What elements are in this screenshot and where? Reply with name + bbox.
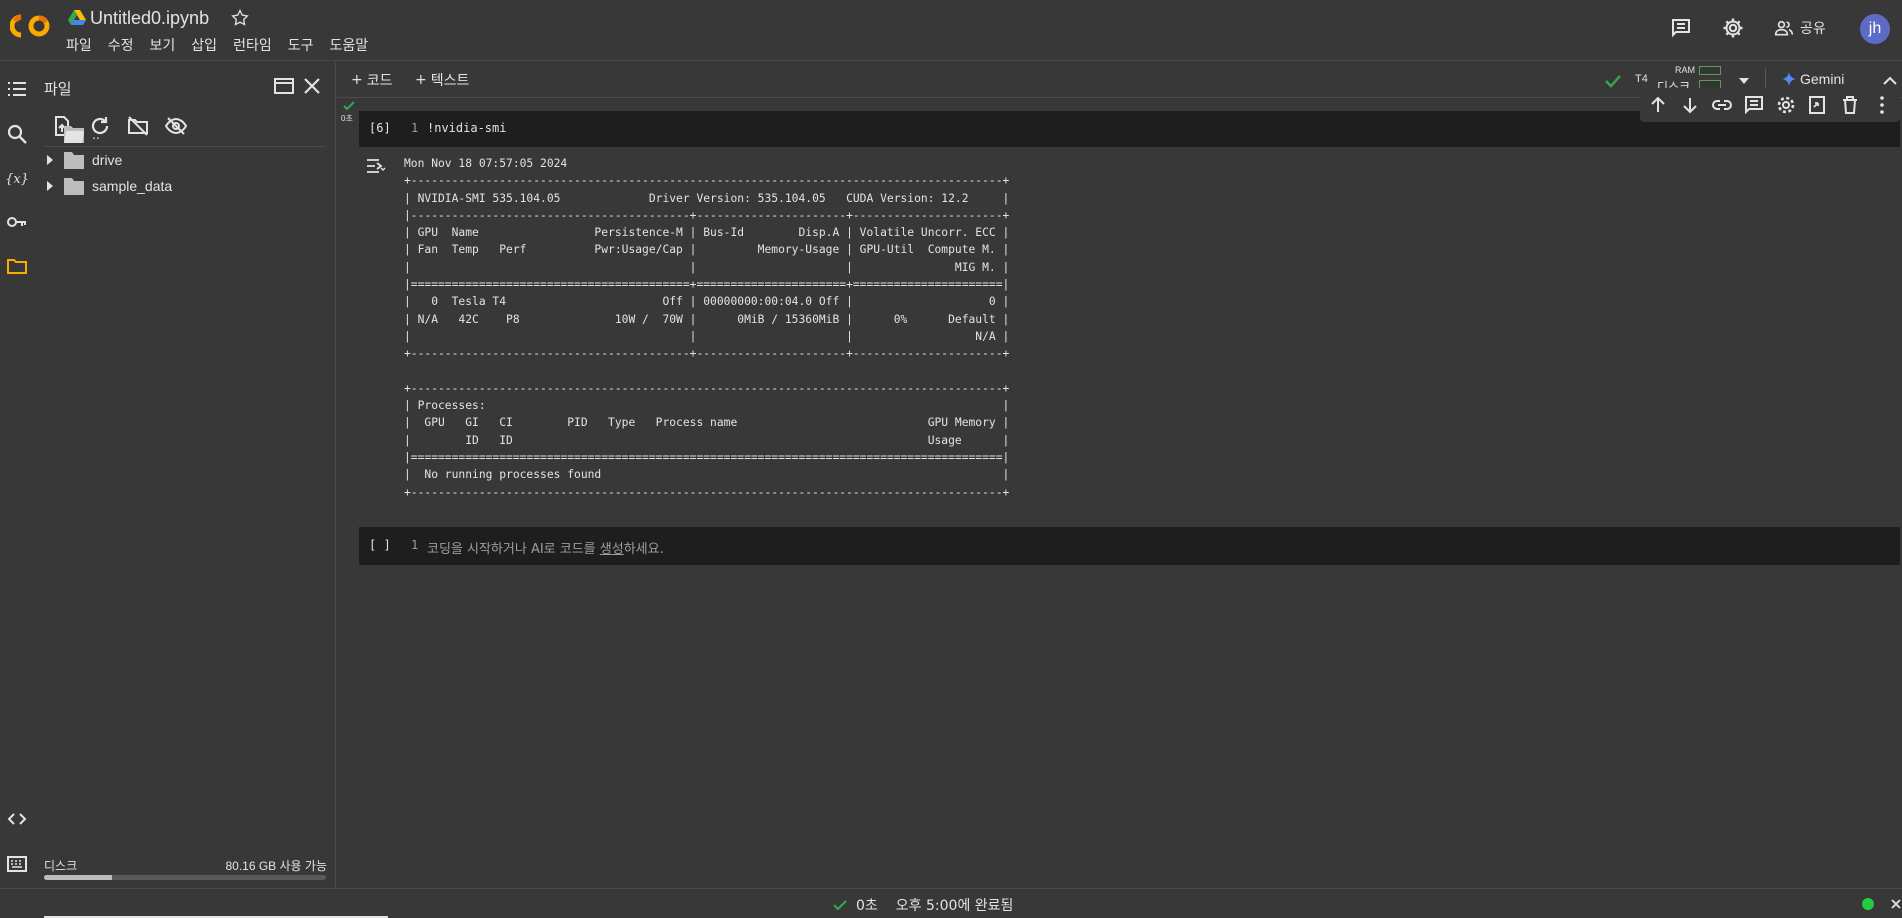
execution-status[interactable]: 0초 오후 5:00에 완료됨 [832, 895, 1013, 915]
variables-icon[interactable]: {x} [5, 166, 29, 190]
star-icon[interactable] [230, 8, 250, 28]
folder-open-icon [64, 126, 84, 143]
gemini-label: Gemini [1800, 71, 1845, 87]
tree-item-parent[interactable]: .. [34, 122, 100, 146]
placeholder-text-end: 하세요. [623, 542, 664, 557]
mirror-cell-tab-icon[interactable] [1806, 93, 1830, 117]
colab-logo-icon[interactable] [10, 11, 52, 41]
disk-usage-bar [44, 875, 326, 880]
cell-output: Mon Nov 18 07:57:05 2024 +--------------… [404, 157, 1010, 499]
share-label: 공유 [1800, 21, 1826, 37]
link-icon[interactable] [1710, 93, 1734, 117]
tree-item-label: drive [92, 152, 123, 168]
people-icon [1774, 20, 1794, 36]
menu-help[interactable]: 도움말 [329, 37, 376, 55]
cell-exec-time: 0초 [341, 114, 353, 123]
cell-line-number: 1 [411, 538, 419, 552]
caret-right-icon[interactable] [42, 152, 58, 168]
add-text-cell-button[interactable]: + 텍스트 [415, 70, 469, 90]
notebook-title[interactable]: Untitled0.ipynb [90, 6, 209, 30]
comment-icon[interactable] [1742, 93, 1766, 117]
disk-free-space: 80.16 GB 사용 가능 [225, 859, 327, 873]
folder-icon [64, 178, 84, 195]
secrets-key-icon[interactable] [5, 210, 29, 234]
file-panel-title: 파일 [44, 80, 72, 98]
cell-execution-count[interactable]: [ ] [369, 538, 391, 552]
disk-usage-fill [44, 875, 112, 880]
generate-code-link[interactable]: 생성 [600, 542, 624, 557]
code-snippets-icon[interactable] [5, 807, 29, 831]
caret-right-icon[interactable] [42, 178, 58, 194]
menu-file[interactable]: 파일 [66, 37, 100, 55]
output-actions-icon[interactable] [365, 155, 387, 177]
unmount-drive-icon[interactable] [126, 114, 150, 138]
file-browser-panel: 파일 .. drive sample_data 디스크 80.16 GB 사용 … [34, 62, 336, 888]
cell-status: 0초 [341, 99, 357, 124]
execution-success-check-icon [343, 101, 355, 111]
more-vert-icon[interactable] [1870, 93, 1894, 117]
user-avatar[interactable]: jh [1860, 14, 1890, 44]
add-code-cell-button[interactable]: + 코드 [351, 70, 393, 90]
command-palette-icon[interactable] [5, 852, 29, 876]
disk-label: 디스크 [44, 859, 78, 873]
svg-text:{x}: {x} [5, 172, 29, 187]
file-panel-divider [44, 146, 326, 147]
tree-item-sample-data[interactable]: sample_data [34, 174, 172, 198]
notebook-area: [6] 1 !nvidia-smi 0초 Mon Nov 18 07:57:05… [337, 99, 1902, 888]
files-folder-icon[interactable] [5, 254, 29, 278]
close-status-icon[interactable] [1890, 897, 1902, 911]
gemini-button[interactable]: Gemini [1782, 71, 1844, 87]
left-rail: {x} [0, 62, 34, 888]
menu-runtime[interactable]: 런타임 [233, 37, 280, 55]
close-icon[interactable] [300, 74, 324, 98]
table-of-contents-icon[interactable] [5, 77, 29, 101]
menu-edit[interactable]: 수정 [108, 37, 142, 55]
tree-item-label: sample_data [92, 178, 173, 194]
menu-insert[interactable]: 삽입 [191, 37, 225, 55]
elapsed-time: 0초 [856, 898, 878, 914]
settings-gear-icon[interactable] [1721, 16, 1745, 40]
ram-usage-bar [1699, 66, 1721, 75]
cell-line-number: 1 [411, 121, 419, 135]
add-text-label: 텍스트 [430, 73, 470, 89]
header: Untitled0.ipynb 파일 수정 보기 삽입 런타임 도구 도움말 공… [0, 0, 1902, 61]
comment-icon[interactable] [1669, 16, 1693, 40]
tree-item-label: .. [92, 126, 100, 142]
search-icon[interactable] [5, 122, 29, 146]
completed-time: 오후 5:00에 완료됨 [895, 898, 1014, 914]
folder-icon [64, 152, 84, 169]
move-up-arrow-icon[interactable] [1646, 93, 1670, 117]
cell-execution-count[interactable]: [6] [369, 121, 391, 135]
dropdown-arrow-icon[interactable] [1737, 74, 1751, 88]
runtime-type[interactable]: T4 [1635, 73, 1648, 85]
cell-placeholder[interactable]: 코딩을 시작하거나 AI로 코드를 생성하세요. [427, 538, 664, 557]
cell-toolbar [1640, 88, 1900, 122]
cell-code[interactable]: !nvidia-smi [427, 121, 506, 135]
status-footer: 0초 오후 5:00에 완료됨 [0, 888, 1902, 918]
ram-label: RAM [1675, 65, 1695, 75]
code-cell-empty[interactable]: [ ] 1 코딩을 시작하거나 AI로 코드를 생성하세요. [359, 527, 1900, 565]
share-button[interactable]: 공유 [1774, 16, 1826, 40]
connection-status-dot [1862, 898, 1874, 910]
google-drive-icon[interactable] [68, 10, 86, 26]
menu-view[interactable]: 보기 [150, 37, 184, 55]
check-icon [833, 900, 847, 911]
plus-icon: + [351, 72, 363, 88]
plus-icon: + [415, 72, 427, 88]
add-code-label: 코드 [366, 73, 393, 89]
cell-settings-gear-icon[interactable] [1774, 93, 1798, 117]
delete-trash-icon[interactable] [1838, 93, 1862, 117]
gemini-sparkle-icon [1782, 72, 1796, 86]
hide-hidden-files-icon[interactable] [164, 114, 188, 138]
menu-bar: 파일 수정 보기 삽입 런타임 도구 도움말 [66, 37, 384, 55]
runtime-connected-check-icon [1605, 75, 1621, 88]
open-in-window-icon[interactable] [272, 74, 296, 98]
menu-tools[interactable]: 도구 [288, 37, 322, 55]
placeholder-text: 코딩을 시작하거나 AI로 코드를 [427, 542, 600, 557]
tree-item-drive[interactable]: drive [34, 148, 122, 172]
move-down-arrow-icon[interactable] [1678, 93, 1702, 117]
